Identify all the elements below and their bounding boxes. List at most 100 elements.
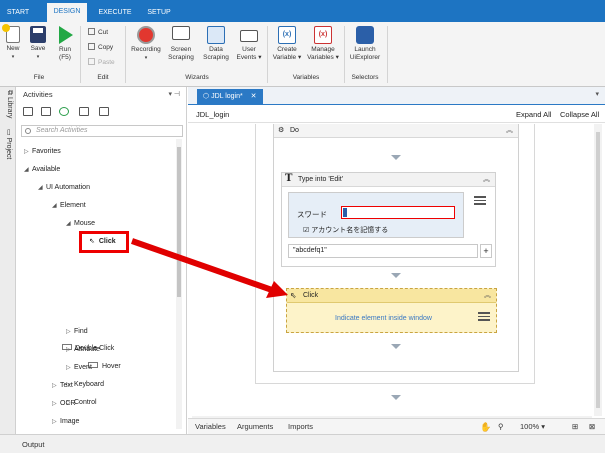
collapse-icon[interactable] — [41, 107, 51, 116]
filter-icon[interactable] — [99, 107, 109, 116]
manage-variables-label-2: Variables ▾ — [307, 54, 339, 61]
screen-scraping-label-1: Screen — [170, 46, 192, 53]
new-file-icon — [2, 24, 20, 43]
tab-setup[interactable]: SETUP — [142, 4, 176, 22]
canvas-vertical-scrollbar[interactable] — [594, 124, 602, 416]
tree-click[interactable]: ⇖ Click — [89, 236, 116, 248]
activities-scroll-thumb[interactable] — [177, 147, 181, 297]
collapse-chevron-icon[interactable]: ︽ — [506, 124, 513, 138]
tree-favorites[interactable]: ▷ Favorites — [24, 146, 61, 158]
recording-button[interactable]: Recording ▾ — [129, 26, 163, 62]
canvas-vscroll-thumb[interactable] — [596, 132, 600, 408]
document-tabbar: ⬡ JDL login* ✕ ▾ — [188, 87, 605, 105]
paste-icon — [88, 58, 95, 65]
screenshot-label: スワード — [297, 210, 327, 219]
new-button[interactable]: New ▾ — [2, 24, 23, 61]
manage-variables-button[interactable]: (x) Manage Variables ▾ — [305, 26, 341, 62]
group-label-edit: Edit — [97, 74, 109, 81]
paste-button[interactable]: Paste — [88, 58, 115, 67]
screen-scraping-button[interactable]: Screen Scraping — [164, 26, 198, 62]
document-tab[interactable]: ⬡ JDL login* ✕ — [197, 89, 263, 105]
flow-arrow-icon — [391, 395, 401, 400]
fit-screen-icon[interactable]: ⊞ — [572, 419, 578, 435]
tree-available[interactable]: ◢ Available — [24, 164, 60, 176]
copy-icon — [88, 43, 95, 50]
properties-menu-icon[interactable] — [474, 196, 486, 206]
copy-label: Copy — [98, 44, 114, 51]
workflow-icon: ⬡ — [203, 93, 212, 100]
list-view-icon[interactable] — [79, 107, 89, 116]
hand-pan-icon[interactable]: ✋ — [480, 419, 491, 435]
refresh-icon[interactable] — [59, 107, 69, 116]
output-tab[interactable]: Output — [22, 440, 45, 449]
tab-overflow-icon[interactable]: ▾ — [595, 90, 599, 98]
breadcrumb[interactable]: JDL_login — [196, 110, 229, 119]
tab-start[interactable]: START — [4, 4, 32, 22]
do-header[interactable]: ⚙ Do ︽ — [274, 124, 518, 138]
save-dropdown-icon: ▾ — [36, 54, 40, 60]
type-into-activity[interactable]: T Type into 'Edit' ︽ スワード ☑ アカウント名を記憶する … — [281, 172, 496, 267]
tree-mouse[interactable]: ◢ Mouse — [66, 218, 95, 230]
data-scraping-button[interactable]: Data Scraping — [199, 26, 233, 62]
run-play-icon — [59, 26, 73, 44]
data-table-icon — [207, 26, 225, 44]
variables-tab[interactable]: Variables — [195, 419, 226, 435]
zoom-search-icon[interactable]: ⚲ — [498, 419, 504, 435]
user-events-label-2: Events ▾ — [236, 54, 262, 61]
tree-ui-automation[interactable]: ◢ UI Automation — [38, 182, 90, 194]
tree-element[interactable]: ◢ Element — [52, 200, 86, 212]
workflow-canvas[interactable]: ⚙ Do ︽ T Type into 'Edit' ︽ スワード ☑ アカウント… — [192, 124, 592, 416]
tab-execute[interactable]: EXECUTE — [96, 4, 134, 22]
run-button[interactable]: Run (F5) — [54, 26, 76, 62]
search-input[interactable]: Search Activities — [21, 125, 183, 137]
click-header[interactable]: ⇖ Click ︽ — [287, 289, 496, 303]
tree-hover[interactable]: Hover — [88, 361, 121, 373]
tree-find[interactable]: ▷ Find — [66, 326, 88, 338]
ribbon-separator — [125, 26, 126, 83]
overview-icon[interactable]: ⊠ — [589, 419, 595, 435]
save-disk-icon — [30, 26, 46, 43]
tree-attribute[interactable]: ▷ Attribute — [66, 344, 100, 356]
tree-event[interactable]: ▷ Event — [66, 362, 92, 374]
imports-tab[interactable]: Imports — [288, 419, 313, 435]
add-text-button[interactable]: + — [480, 244, 492, 258]
tab-design[interactable]: DESIGN — [47, 3, 87, 22]
launch-uiexplorer-button[interactable]: Launch UiExplorer — [346, 26, 384, 62]
tree-image[interactable]: ▷ Image — [52, 416, 79, 428]
create-variable-label-2: Variable ▾ — [272, 54, 302, 61]
tree-text[interactable]: ▷ Text — [52, 380, 73, 392]
create-variable-button[interactable]: (x) Create Variable ▾ — [270, 26, 304, 62]
copy-button[interactable]: Copy — [88, 43, 113, 52]
rail-library[interactable]: ⧉ Library — [5, 90, 13, 118]
indicate-element-link[interactable]: Indicate element inside window — [287, 315, 480, 322]
collapse-arrow-icon: ◢ — [24, 167, 29, 173]
click-activity[interactable]: ⇖ Click ︽ Indicate element inside window — [286, 288, 497, 333]
expand-arrow-icon: ▷ — [66, 347, 71, 353]
activities-scrollbar[interactable] — [176, 139, 182, 429]
pin-icon[interactable]: ▾ ⊣ — [168, 87, 180, 103]
properties-menu-icon[interactable] — [478, 312, 490, 322]
expand-arrow-icon: ▷ — [66, 329, 71, 335]
collapse-arrow-icon: ◢ — [66, 221, 71, 227]
text-input[interactable]: "abcdefq1" — [288, 244, 478, 258]
output-bar: Output — [0, 434, 605, 453]
manage-variables-icon: (x) — [314, 26, 332, 44]
collapse-chevron-icon[interactable]: ︽ — [484, 289, 491, 303]
close-icon[interactable]: ✕ — [251, 93, 257, 100]
type-into-header[interactable]: T Type into 'Edit' ︽ — [282, 173, 495, 187]
save-button[interactable]: Save ▾ — [28, 26, 48, 61]
collapse-all-link[interactable]: Collapse All — [560, 110, 599, 119]
data-scraping-label-1: Data — [209, 46, 223, 53]
highlighted-password-field — [341, 206, 455, 219]
rail-project[interactable]: ▭ Project — [5, 129, 13, 159]
target-screenshot[interactable]: スワード ☑ アカウント名を記憶する — [288, 192, 464, 238]
arguments-tab[interactable]: Arguments — [237, 419, 273, 435]
expand-icon[interactable] — [23, 107, 33, 116]
cut-button[interactable]: Cut — [88, 28, 108, 37]
zoom-select[interactable]: 100% ▾ — [520, 419, 545, 435]
expand-all-link[interactable]: Expand All — [516, 110, 551, 119]
data-scraping-label-2: Scraping — [203, 54, 229, 61]
tree-ocr[interactable]: ▷ OCR — [52, 398, 76, 410]
collapse-chevron-icon[interactable]: ︽ — [483, 173, 490, 187]
user-events-button[interactable]: User Events ▾ — [233, 26, 265, 62]
